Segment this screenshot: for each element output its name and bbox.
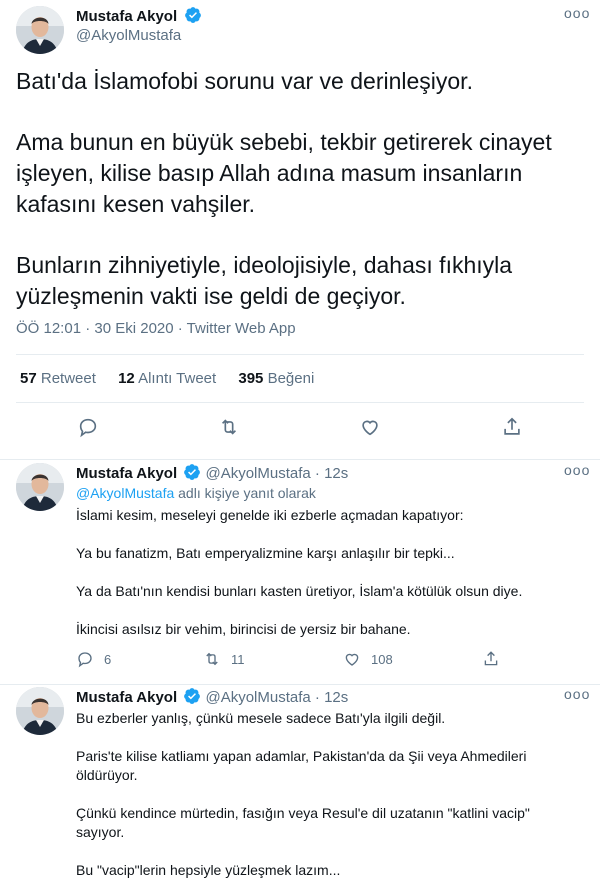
like-button[interactable] — [359, 416, 383, 440]
author-name-row[interactable]: Mustafa Akyol @AkyolMustafa · 12s — [76, 463, 348, 482]
like-count: 108 — [371, 651, 393, 667]
author-handle[interactable]: @AkyolMustafa — [76, 27, 181, 44]
avatar-image — [16, 687, 64, 735]
reply-context: @AkyolMustafa adlı kişiye yanıt olarak — [76, 485, 316, 501]
retweet-icon — [206, 652, 218, 666]
verified-badge-icon — [184, 6, 202, 24]
more-options-icon[interactable]: ooo — [564, 6, 589, 26]
tweet-paragraph: Bunların zihniyetiyle, ideolojisiyle, da… — [16, 252, 513, 309]
author-name[interactable]: Mustafa Akyol — [76, 689, 177, 706]
tweet-stats: 57 Retweet 12 Alıntı Tweet 395 Beğeni — [20, 370, 332, 387]
share-icon — [484, 651, 498, 666]
more-options-icon[interactable]: ooo — [564, 463, 589, 483]
tweet-paragraph: Ama bunun en büyük sebebi, tekbir getire… — [16, 129, 552, 217]
reply-button[interactable] — [77, 416, 101, 440]
avatar[interactable] — [16, 463, 64, 511]
author-name[interactable]: Mustafa Akyol — [76, 465, 177, 482]
divider — [16, 354, 584, 355]
likes-count: 395 — [238, 370, 264, 387]
like-icon — [362, 420, 378, 436]
reply-context-text: adlı kişiye yanıt olarak — [178, 485, 316, 501]
verified-badge-icon — [183, 687, 201, 705]
author-handle[interactable]: @AkyolMustafa — [205, 465, 310, 482]
quotes-label: Alıntı Tweet — [138, 370, 217, 387]
retweets-label: Retweet — [40, 370, 96, 387]
retweets-stat[interactable]: 57 Retweet — [20, 370, 96, 387]
quotes-count: 12 — [118, 370, 135, 387]
retweet-count: 11 — [231, 651, 245, 667]
likes-stat[interactable]: 395 Beğeni — [238, 370, 314, 387]
reply-paragraph: Paris'te kilise katliamı yapan adamlar, … — [76, 748, 527, 783]
reply-tweet[interactable]: Mustafa Akyol @AkyolMustafa · 12s ooo @A… — [0, 461, 600, 685]
like-button[interactable]: 108 — [343, 649, 393, 669]
author-handle[interactable]: @AkyolMustafa — [205, 689, 310, 706]
reply-paragraph: İkincisi asılsız bir vehim, birincisi de… — [76, 621, 411, 637]
more-options-icon[interactable]: ooo — [564, 687, 589, 707]
reply-paragraph: Ya bu fanatizm, Batı emperyalizmine karş… — [76, 545, 455, 561]
quotes-stat[interactable]: 12 Alıntı Tweet — [118, 370, 216, 387]
tweet-timestamp[interactable]: ÖÖ 12:01 · 30 Eki 2020 · Twitter Web App — [16, 320, 296, 337]
author-name-row[interactable]: Mustafa Akyol — [76, 6, 202, 26]
avatar-image — [16, 6, 64, 54]
reply-text: Bu ezberler yanlış, çünkü mesele sadece … — [76, 709, 576, 882]
reply-paragraph: İslami kesim, meseleyi genelde iki ezber… — [76, 507, 464, 523]
reply-paragraph: Bu "vacip"lerin hepsiyle yüzleşmek lazım… — [76, 862, 341, 878]
tweet-paragraph: Batı'da İslamofobi sorunu var ve derinle… — [16, 68, 473, 94]
reply-tweet[interactable]: Mustafa Akyol @AkyolMustafa · 12s ooo Bu… — [0, 686, 600, 882]
reply-icon — [78, 652, 92, 668]
share-button[interactable] — [482, 649, 500, 669]
tweet-text: Batı'da İslamofobi sorunu var ve derinle… — [16, 66, 586, 312]
reply-paragraph: Ya da Batı'nın kendisi bunları kasten ür… — [76, 583, 523, 599]
verified-badge-icon — [183, 463, 201, 481]
reply-paragraph: Çünkü kendince mürtedin, fasığın veya Re… — [76, 805, 530, 840]
reply-count: 6 — [104, 651, 112, 667]
avatar[interactable] — [16, 687, 64, 735]
reply-text: İslami kesim, meseleyi genelde iki ezber… — [76, 506, 576, 658]
author-name-row[interactable]: Mustafa Akyol @AkyolMustafa · 12s — [76, 687, 348, 706]
separator-dot: · — [314, 465, 320, 482]
like-icon — [345, 653, 359, 666]
reply-icon — [79, 418, 97, 438]
avatar-image — [16, 463, 64, 511]
reply-action-bar: 6 11 108 — [76, 649, 556, 669]
likes-label: Beğeni — [267, 370, 315, 387]
retweets-count: 57 — [20, 370, 37, 387]
reply-paragraph: Bu ezberler yanlış, çünkü mesele sadece … — [76, 710, 446, 726]
retweet-button[interactable] — [218, 416, 242, 440]
separator-dot: · — [314, 689, 320, 706]
reply-mention-link[interactable]: @AkyolMustafa — [76, 485, 174, 501]
avatar[interactable] — [16, 6, 64, 54]
reply-time[interactable]: 12s — [324, 465, 348, 482]
share-icon — [504, 417, 520, 435]
retweet-icon — [221, 419, 237, 435]
share-button[interactable] — [501, 416, 525, 440]
main-tweet: Mustafa Akyol @AkyolMustafa ooo Batı'da … — [0, 0, 600, 460]
retweet-button[interactable]: 11 — [203, 649, 245, 669]
divider — [16, 402, 584, 403]
reply-button[interactable]: 6 — [76, 649, 111, 669]
reply-time[interactable]: 12s — [324, 689, 348, 706]
author-name[interactable]: Mustafa Akyol — [76, 8, 177, 25]
